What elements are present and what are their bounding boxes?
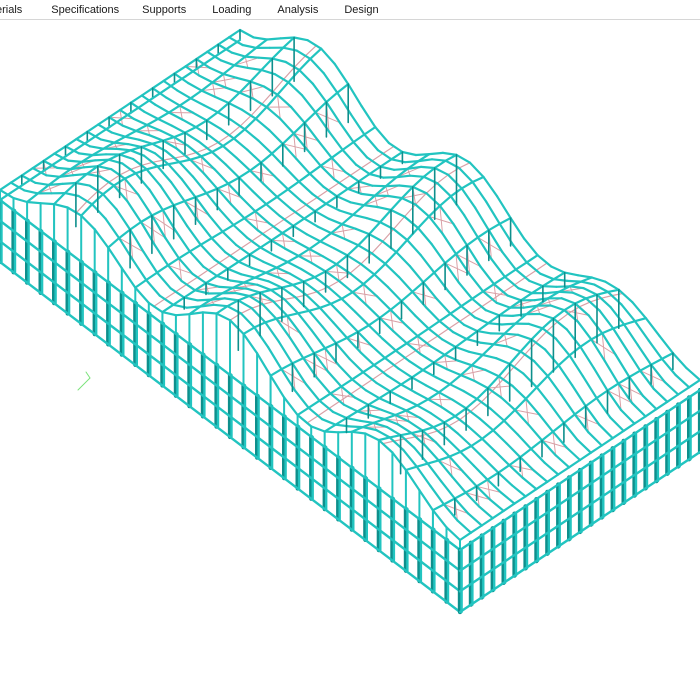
structure-model[interactable] bbox=[0, 21, 700, 700]
menu-loading[interactable]: Loading bbox=[210, 0, 253, 20]
menu-bar: erials Specifications Supports Loading A… bbox=[0, 0, 700, 20]
application-window: erials Specifications Supports Loading A… bbox=[0, 0, 700, 700]
model-viewport[interactable] bbox=[0, 21, 700, 700]
menu-specifications[interactable]: Specifications bbox=[49, 0, 121, 20]
menu-materials[interactable]: erials bbox=[0, 0, 24, 20]
menu-supports[interactable]: Supports bbox=[140, 0, 188, 20]
menu-analysis[interactable]: Analysis bbox=[275, 0, 320, 20]
axis-triad bbox=[77, 371, 91, 391]
frame-layer bbox=[0, 28, 700, 615]
menu-design[interactable]: Design bbox=[342, 0, 380, 20]
